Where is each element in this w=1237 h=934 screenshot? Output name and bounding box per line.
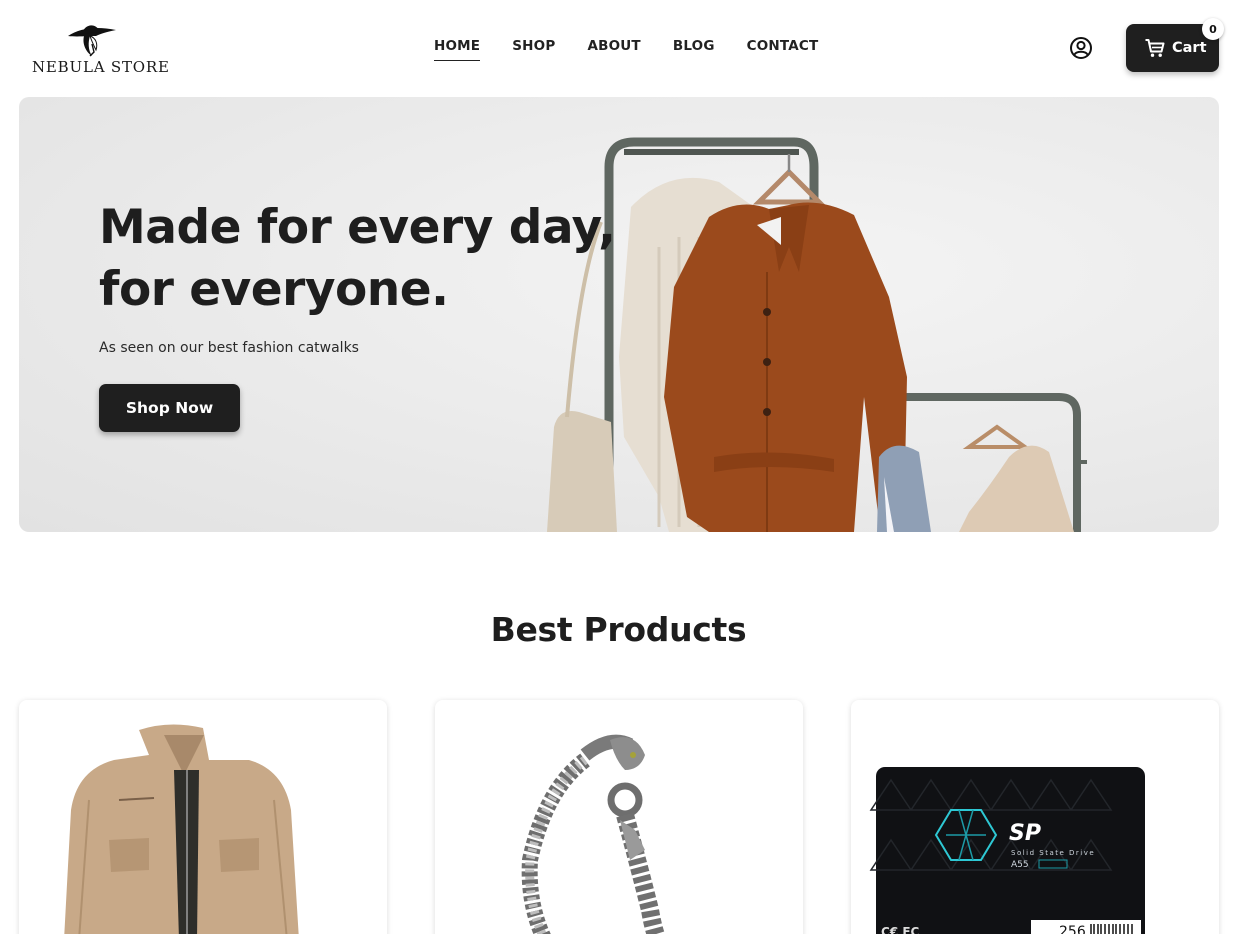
svg-text:C€ FC: C€ FC <box>881 925 920 934</box>
cart-count-badge: 0 <box>1202 18 1224 40</box>
main-nav: HOME SHOP ABOUT BLOG CONTACT <box>434 38 850 61</box>
cart-label: Cart <box>1172 40 1207 56</box>
product-card-ssd[interactable]: SP Solid State Drive A55 256 C€ FC <box>851 700 1219 934</box>
product-card-bracelet[interactable] <box>435 700 803 934</box>
nav-home[interactable]: HOME <box>434 38 481 61</box>
cart-button[interactable]: Cart 0 <box>1126 18 1224 72</box>
shop-now-button[interactable]: Shop Now <box>99 384 240 432</box>
nav-shop[interactable]: SHOP <box>512 38 555 61</box>
product-card-jacket[interactable] <box>19 700 387 934</box>
account-button[interactable] <box>1068 35 1094 61</box>
hero-title: Made for every day, for everyone. <box>99 200 616 317</box>
silver-dragon-bracelet-image <box>521 734 666 934</box>
nav-about[interactable]: ABOUT <box>587 38 640 61</box>
sp-ssd-drive-image: SP Solid State Drive A55 256 C€ FC <box>869 767 1145 934</box>
site-header: NEBULA STORE HOME SHOP ABOUT BLOG CONTAC… <box>0 0 1237 96</box>
woman-hat-icon <box>68 25 116 57</box>
ssd-drive-label: Solid State Drive <box>1011 849 1095 857</box>
brand-logo[interactable]: NEBULA STORE <box>32 18 169 78</box>
khaki-jacket-image <box>64 724 299 934</box>
hero-subtitle: As seen on our best fashion catwalks <box>99 340 359 356</box>
best-products-title: Best Products <box>490 610 747 649</box>
ssd-brand-mark: SP <box>1009 821 1041 846</box>
ssd-capacity-label: 256 <box>1059 924 1086 934</box>
brand-name: NEBULA STORE <box>32 58 170 76</box>
user-circle-icon <box>1070 37 1092 59</box>
hero-banner: Made for every day, for everyone. As see… <box>19 97 1219 532</box>
shopping-cart-icon <box>1145 39 1165 57</box>
nav-blog[interactable]: BLOG <box>673 38 715 61</box>
nav-contact[interactable]: CONTACT <box>747 38 819 61</box>
ssd-model-label: A55 <box>1011 860 1029 870</box>
